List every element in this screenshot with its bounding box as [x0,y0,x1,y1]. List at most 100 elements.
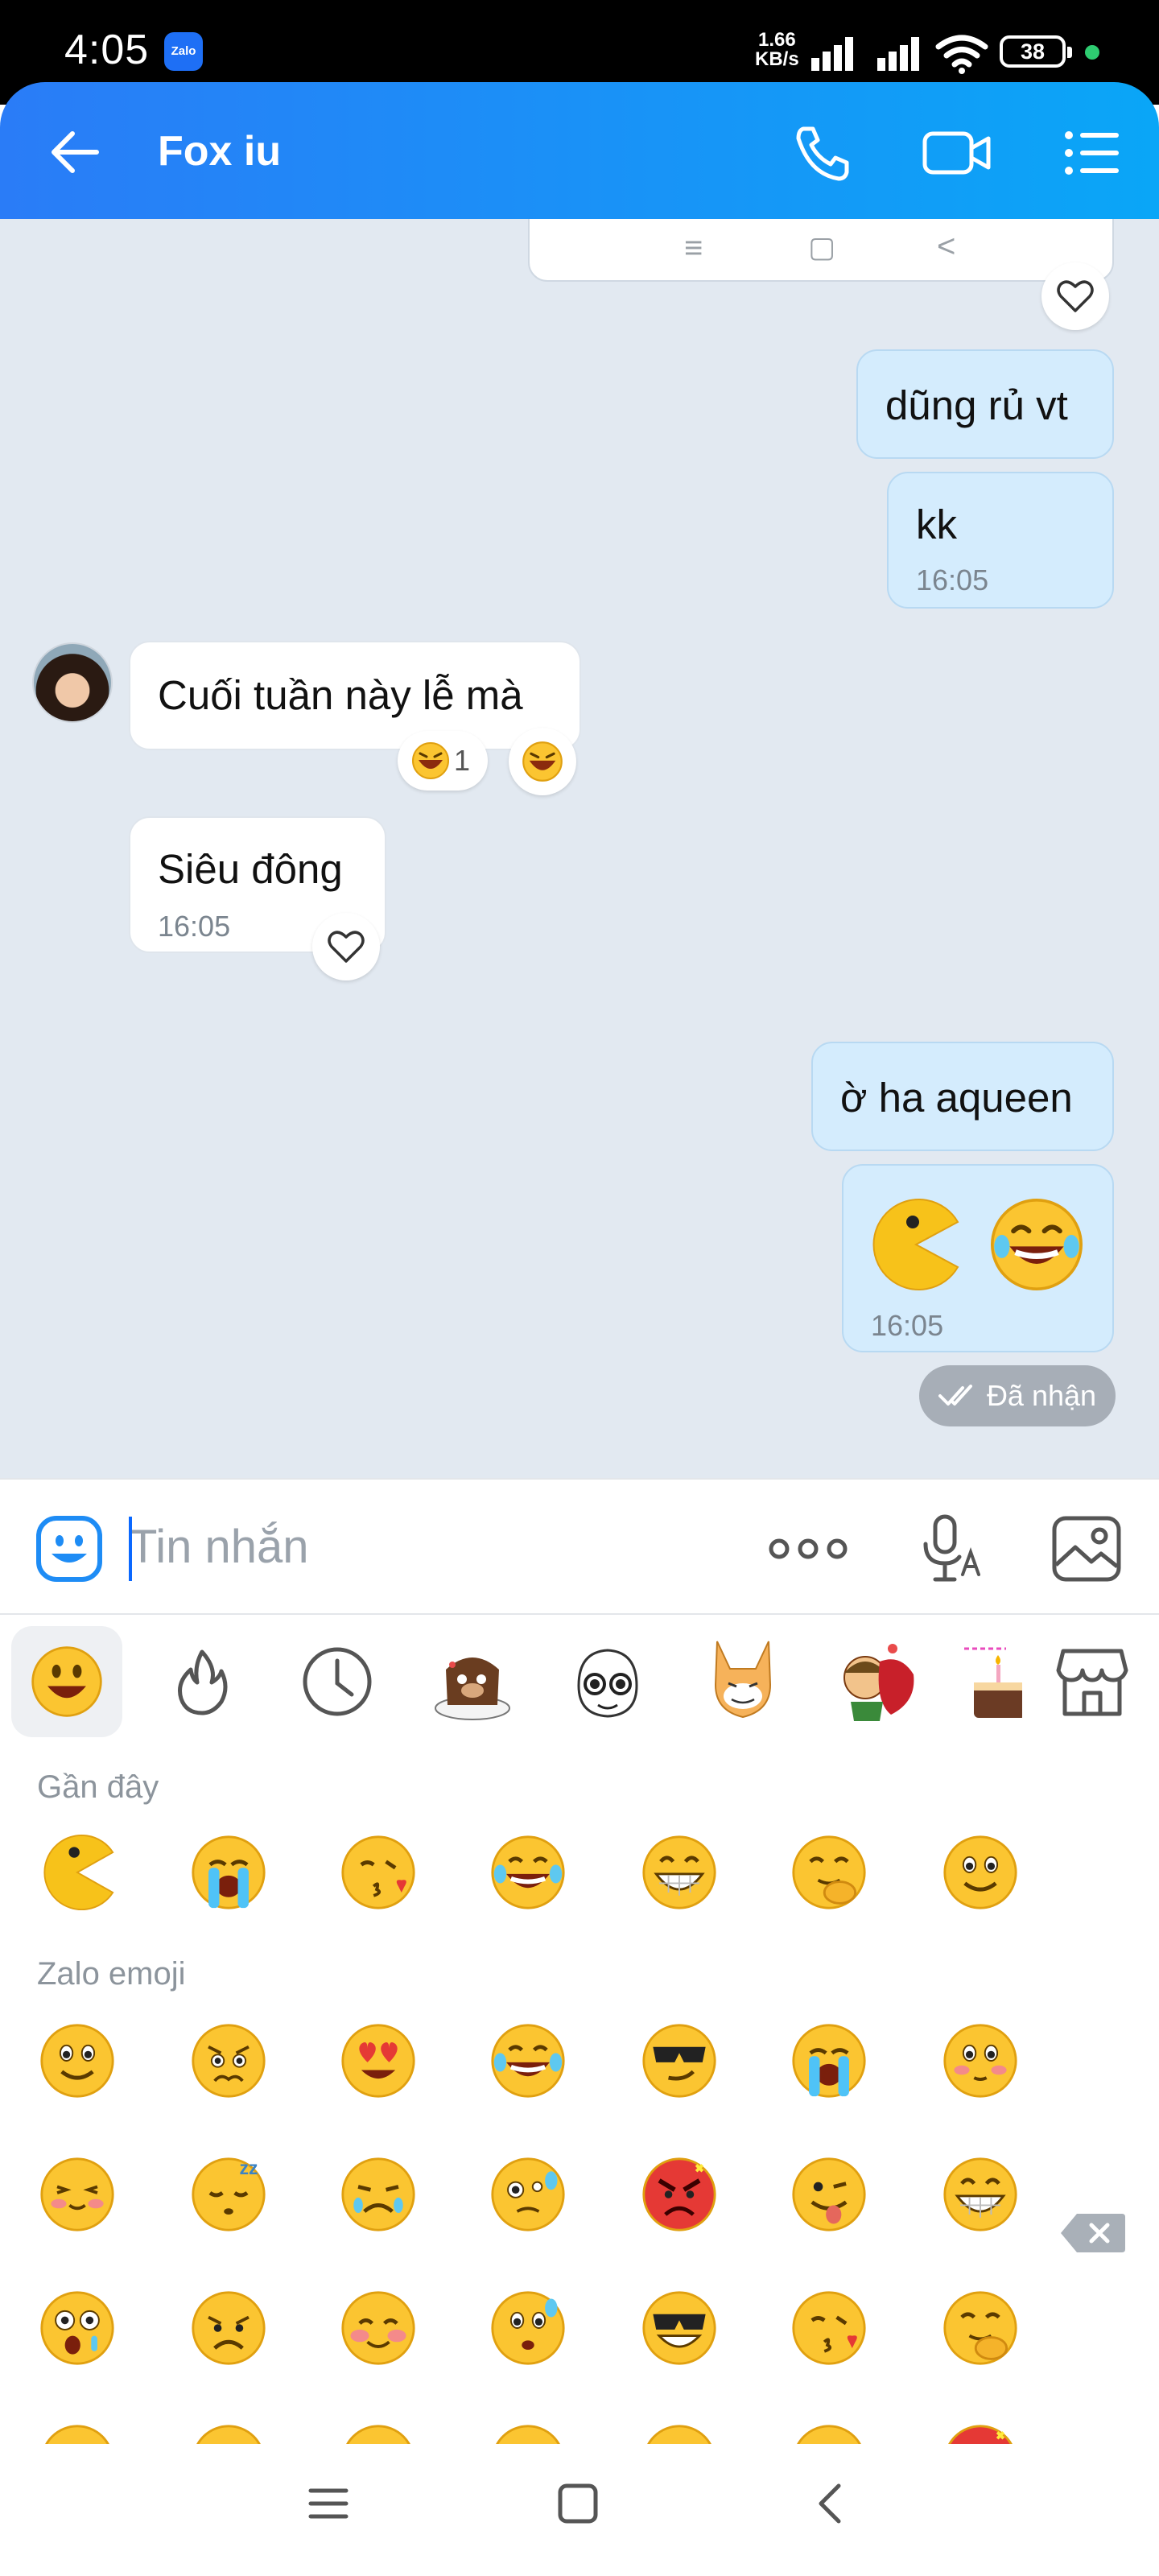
message-input[interactable]: Tin nhắn [129,1520,309,1574]
heart-reaction-button[interactable] [1041,262,1109,330]
fire-icon [178,1649,228,1715]
recent-smile-emoji[interactable] [942,1834,1019,1911]
message-bubble-incoming[interactable]: Cuối tuần này lễ mà [129,641,581,750]
more-dots-icon[interactable] [766,1533,850,1565]
partial-smile-emoji[interactable] [790,2423,868,2444]
recent-crying-emoji[interactable] [190,1834,267,1911]
phone-icon[interactable] [792,122,853,184]
tearful-frown-icon [341,2157,415,2231]
zalo-sad-emoji[interactable] [190,2289,267,2367]
emoji-tab-bar [0,1615,1159,1760]
zalo-smile-emoji[interactable] [39,2022,116,2099]
message-time: 16:05 [916,564,989,597]
voice-to-text-icon[interactable] [919,1512,984,1586]
zalo-anxious-sweat-emoji[interactable] [489,2289,567,2367]
tab-sticker-couple[interactable] [823,1626,934,1737]
menu-list-icon[interactable] [1061,122,1122,184]
delivery-status-text: Đã nhận [986,1379,1097,1412]
emoji-face-icon[interactable] [35,1515,103,1583]
tab-sticker-birthday[interactable] [958,1626,1022,1737]
sunglasses-smirk-icon [642,2024,716,2098]
home-icon[interactable] [555,2481,600,2526]
smile-icon [797,2425,861,2444]
laughing-tears-icon [491,2024,565,2098]
recent-apps-icon[interactable] [306,2481,351,2526]
add-reaction-button[interactable] [509,728,576,795]
tab-smiley[interactable] [11,1626,122,1737]
recent-kiss-heart-emoji[interactable] [340,1834,417,1911]
smiley-tab-icon [31,1646,102,1717]
tab-recent[interactable] [282,1626,393,1737]
contact-name[interactable]: Fox iu [158,127,281,175]
zalo-sleepy-emoji[interactable]: zz [190,2156,267,2233]
backspace-icon[interactable] [1059,2211,1127,2256]
message-bubble-outgoing[interactable]: ờ ha aqueen [811,1042,1114,1151]
big-grin-icon [642,1835,716,1909]
message-list[interactable]: ≡ ▢ < dũng rủ vt kk 16:05 Cuối tuần này … [0,219,1159,1478]
reaction-summary[interactable]: 1 [398,731,488,791]
text-caret [129,1517,132,1581]
message-bubble-outgoing[interactable]: kk 16:05 [887,472,1114,609]
crying-icon [192,1835,266,1909]
recent-pacman-emoji[interactable] [39,1834,116,1911]
zalo-laughing-tears-emoji[interactable] [489,2022,567,2099]
sticker-store-button[interactable] [1037,1626,1148,1737]
image-icon[interactable] [1051,1515,1122,1583]
zalo-heart-eyes-emoji[interactable] [340,2022,417,2099]
partial-shy-emoji[interactable] [340,2423,417,2444]
screenshot-nav-menu: ≡ [684,230,703,266]
wifi-icon [935,35,988,74]
message-text: ờ ha aqueen [840,1075,1073,1121]
video-call-icon[interactable] [921,122,993,184]
partial-angry-emoji[interactable] [942,2423,1019,2444]
partial-smile-emoji[interactable] [39,2423,116,2444]
tab-sticker-dog[interactable] [417,1626,528,1737]
image-message-partial[interactable]: ≡ ▢ < [528,219,1114,282]
zalo-big-grin-emoji[interactable] [942,2156,1019,2233]
zalo-angry-emoji[interactable] [641,2156,718,2233]
recent-laughing-tears-emoji[interactable] [489,1834,567,1911]
giggle-icon [792,1835,866,1909]
zalo-sunglasses-smirk-emoji[interactable] [641,2022,718,2099]
smile-icon [496,2425,560,2444]
message-bubble-outgoing[interactable]: dũng rủ vt [856,349,1114,459]
tab-sticker-mochi[interactable] [552,1626,663,1737]
partial-smile-emoji[interactable] [190,2423,267,2444]
back-nav-icon[interactable] [808,2481,853,2526]
recent-big-grin-emoji[interactable] [641,1834,718,1911]
message-bubble-outgoing[interactable]: 16:05 [842,1164,1114,1352]
worried-icon [192,2024,266,2098]
zalo-blush-eyes-emoji[interactable] [942,2022,1019,2099]
delivery-status: Đã nhận [919,1365,1116,1426]
message-text: dũng rủ vt [885,382,1068,428]
avatar[interactable] [32,642,113,723]
pacman-emoji [872,1199,959,1290]
shy-icon [341,2291,415,2365]
partial-smile-emoji[interactable] [641,2423,718,2444]
zalo-giggle-emoji[interactable] [942,2289,1019,2367]
tab-trending[interactable] [146,1626,258,1737]
back-arrow-icon[interactable] [47,124,103,180]
zalo-shy-emoji[interactable] [340,2289,417,2367]
laughing-reaction-icon [522,741,563,782]
message-composer: Tin nhắn [0,1478,1159,1615]
smile-icon [40,2024,114,2098]
zalo-tearful-frown-emoji[interactable] [340,2156,417,2233]
zalo-kiss-heart-emoji[interactable] [790,2289,868,2367]
zalo-tongue-wink-emoji[interactable] [790,2156,868,2233]
recent-section-title: Gần đây [37,1769,159,1805]
heart-reaction-button[interactable] [312,913,380,980]
zalo-sunglasses-grin-emoji[interactable] [641,2289,718,2367]
zalo-shocked-emoji[interactable] [39,2289,116,2367]
zalo-blush-emoji[interactable] [39,2156,116,2233]
tab-sticker-fox[interactable] [687,1626,798,1737]
zalo-sweat-confused-emoji[interactable] [489,2156,567,2233]
partial-smile-emoji[interactable] [489,2423,567,2444]
screenshot-nav-back: < [937,229,956,264]
reaction-count: 1 [454,744,471,777]
message-time: 16:05 [158,910,231,943]
recent-giggle-emoji[interactable] [790,1834,868,1911]
sticker-birthday-icon [964,1647,1022,1718]
zalo-crying-emoji[interactable] [790,2022,868,2099]
zalo-worried-emoji[interactable] [190,2022,267,2099]
